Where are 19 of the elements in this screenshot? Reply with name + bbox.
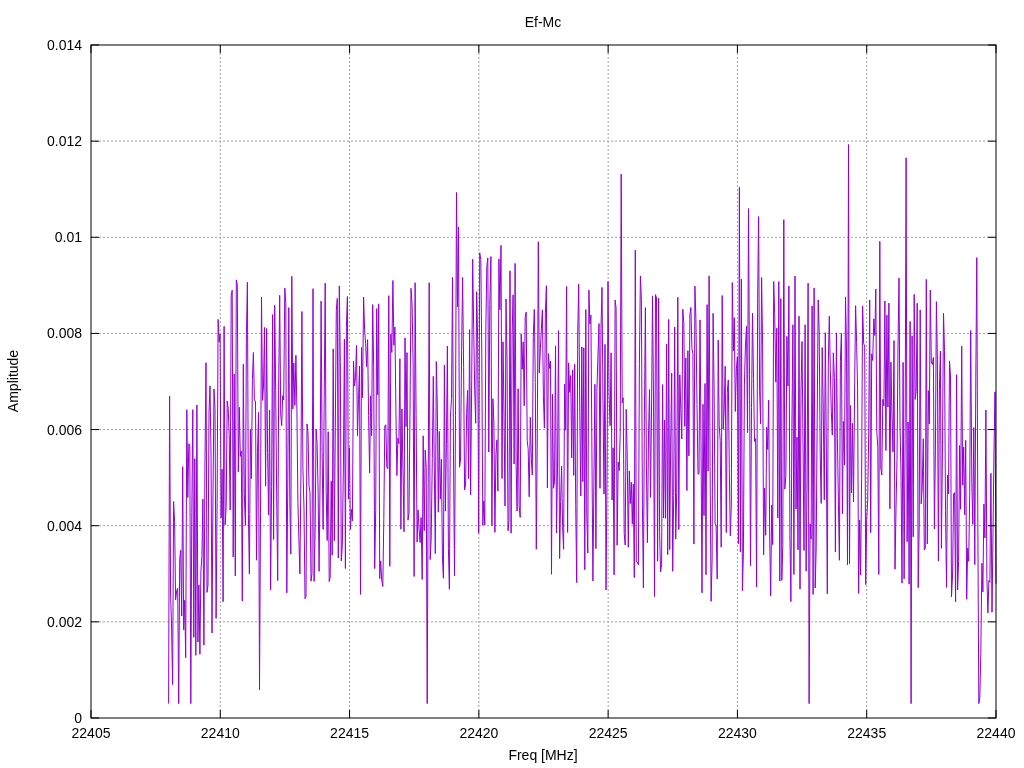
y-tick-label: 0	[74, 710, 82, 726]
x-tick-label: 22435	[847, 725, 887, 741]
x-tick-label: 22410	[200, 725, 240, 741]
x-axis-label: Freq [MHz]	[508, 747, 578, 763]
y-tick-label: 0.008	[46, 325, 82, 342]
y-tick-label: 0.006	[46, 421, 82, 438]
y-tick-label: 0.012	[46, 133, 82, 150]
x-tick-label: 22425	[588, 725, 628, 741]
y-tick-label: 0.014	[46, 37, 82, 53]
y-tick-label: 0.01	[54, 229, 82, 246]
x-tick-label: 22420	[459, 725, 499, 741]
x-tick-label: 22405	[71, 725, 111, 741]
x-tick-label: 22430	[717, 725, 757, 741]
y-tick-label: 0.002	[46, 613, 82, 630]
chart-title: Ef-Mc	[524, 14, 562, 30]
x-tick-label: 22440	[976, 725, 1016, 741]
y-axis-label: Amplitude	[5, 349, 21, 413]
y-tick-label: 0.004	[46, 517, 82, 534]
x-tick-label: 22415	[330, 725, 370, 741]
